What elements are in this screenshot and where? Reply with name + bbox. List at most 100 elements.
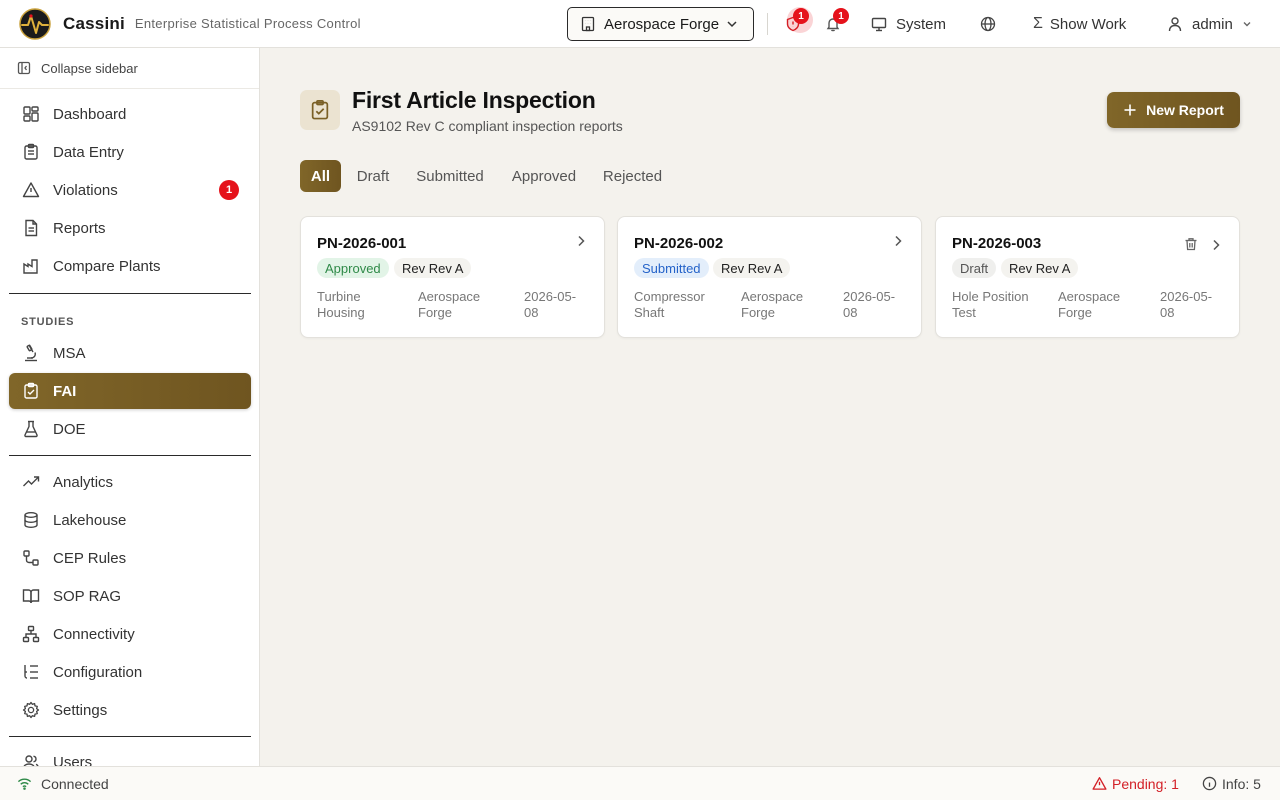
connection-status: Connected <box>17 776 109 792</box>
tab-rejected[interactable]: Rejected <box>596 160 669 192</box>
sidebar-item-doe[interactable]: DOE <box>9 411 251 447</box>
collapse-label: Collapse sidebar <box>41 60 138 76</box>
chevron-right-icon[interactable] <box>1208 237 1224 253</box>
sigma-icon: Σ <box>1033 15 1043 32</box>
sidebar-item-label: Reports <box>53 219 106 237</box>
fai-page-icon <box>300 90 340 130</box>
part-number: PN-2026-003 <box>952 235 1042 252</box>
document-icon <box>25 219 38 237</box>
plant-name: Aerospace Forge <box>604 15 720 33</box>
sidebar-item-label: Configuration <box>53 663 143 681</box>
show-work-label: Show Work <box>1049 15 1127 33</box>
warning-icon <box>22 182 40 198</box>
sidebar-item-configuration[interactable]: Configuration <box>9 654 251 690</box>
pending-indicator[interactable]: Pending: 1 <box>1092 776 1179 792</box>
tab-draft[interactable]: Draft <box>348 160 398 192</box>
microscope-icon <box>25 344 37 362</box>
header-divider <box>767 13 768 35</box>
tab-approved[interactable]: Approved <box>503 160 585 192</box>
sidebar-item-label: Users <box>53 753 93 767</box>
sidebar-divider <box>9 736 251 737</box>
show-work-button[interactable]: Σ Show Work <box>1033 12 1126 36</box>
revision-badge: Rev Rev A <box>394 258 472 278</box>
tab-submitted[interactable]: Submitted <box>408 160 492 192</box>
sidebar-item-label: CEP Rules <box>53 549 127 567</box>
delete-report-button[interactable] <box>1184 237 1200 253</box>
connection-label: Connected <box>41 775 109 792</box>
clipboard-check-icon <box>24 382 38 399</box>
notifications-button[interactable]: 1 <box>821 8 849 36</box>
system-label: System <box>896 15 947 33</box>
chevron-right-icon[interactable] <box>573 233 589 249</box>
sidebar-item-label: Violations <box>53 181 118 199</box>
app-name: Cassini <box>63 13 125 33</box>
sidebar-item-cep-rules[interactable]: CEP Rules <box>9 540 251 576</box>
sidebar-item-violations[interactable]: Violations 1 <box>9 172 251 208</box>
chevron-down-icon <box>725 17 739 31</box>
sidebar-item-settings[interactable]: Settings <box>9 692 251 728</box>
collapse-sidebar-button[interactable]: Collapse sidebar <box>0 48 259 89</box>
sidebar-item-lakehouse[interactable]: Lakehouse <box>9 502 251 538</box>
report-card[interactable]: PN-2026-002 Submitted Rev Rev A Compress… <box>617 216 922 338</box>
status-badge: Submitted <box>634 258 709 278</box>
database-icon <box>24 512 38 529</box>
plant-name: Aerospace Forge <box>1058 289 1121 320</box>
sidebar-item-analytics[interactable]: Analytics <box>9 464 251 500</box>
sidebar: Collapse sidebar Dashboard Data Entry Vi… <box>0 48 260 766</box>
plus-icon <box>1124 104 1136 116</box>
info-label: Info: 5 <box>1222 775 1261 792</box>
new-report-label: New Report <box>1146 102 1224 118</box>
user-icon <box>1168 17 1182 32</box>
dashboard-icon <box>23 106 39 122</box>
page-subtitle: AS9102 Rev C compliant inspection report… <box>352 118 623 134</box>
building-icon <box>581 16 595 32</box>
sidebar-divider <box>9 293 251 294</box>
info-indicator[interactable]: Info: 5 <box>1202 776 1261 792</box>
warning-icon <box>1092 777 1107 790</box>
brand[interactable]: Cassini Enterprise Statistical Process C… <box>0 7 361 40</box>
sidebar-item-dashboard[interactable]: Dashboard <box>9 96 251 132</box>
pending-label: Pending: 1 <box>1112 775 1179 792</box>
report-card[interactable]: PN-2026-003 Draft Rev Rev A Hole Positio… <box>935 216 1240 338</box>
sidebar-item-label: MSA <box>53 344 86 362</box>
notification-count-badge: 1 <box>833 8 849 24</box>
part-name: Hole Position Test <box>952 289 1029 320</box>
sidebar-item-reports[interactable]: Reports <box>9 210 251 246</box>
violations-count-badge: 1 <box>219 180 239 200</box>
sidebar-item-compare-plants[interactable]: Compare Plants <box>9 248 251 284</box>
sidebar-item-data-entry[interactable]: Data Entry <box>9 134 251 170</box>
report-card[interactable]: PN-2026-001 Approved Rev Rev A Turbine H… <box>300 216 605 338</box>
trash-icon <box>1185 238 1197 251</box>
user-name: admin <box>1192 15 1233 33</box>
sidebar-item-label: Data Entry <box>53 143 124 161</box>
sidebar-item-label: DOE <box>53 420 86 438</box>
sidebar-item-connectivity[interactable]: Connectivity <box>9 616 251 652</box>
chevron-down-icon <box>1243 22 1251 27</box>
sidebar-item-users[interactable]: Users <box>9 744 251 766</box>
sidebar-item-sop-rag[interactable]: SOP RAG <box>9 578 251 614</box>
sidebar-item-msa[interactable]: MSA <box>9 335 251 371</box>
status-bar: Connected Pending: 1 Info: 5 <box>0 766 1280 800</box>
tab-all[interactable]: All <box>300 160 341 192</box>
user-menu[interactable]: admin <box>1167 12 1253 36</box>
plant-selector[interactable]: Aerospace Forge <box>567 7 754 41</box>
system-button[interactable]: System <box>871 12 946 36</box>
part-number: PN-2026-001 <box>317 235 407 252</box>
factory-icon <box>23 259 38 274</box>
plant-name: Aerospace Forge <box>741 289 804 320</box>
part-number: PN-2026-002 <box>634 235 724 252</box>
language-button[interactable] <box>976 12 1000 36</box>
wifi-icon <box>17 778 32 790</box>
network-icon <box>22 625 40 643</box>
sidebar-divider <box>9 455 251 456</box>
chevron-right-icon[interactable] <box>890 233 906 249</box>
panel-left-icon <box>17 61 31 75</box>
alerts-button[interactable]: 1 <box>781 7 813 36</box>
sidebar-item-fai[interactable]: FAI <box>9 373 251 409</box>
status-badge: Approved <box>317 258 389 278</box>
trend-icon <box>23 476 40 487</box>
sidebar-item-label: Settings <box>53 701 108 719</box>
sidebar-item-label: SOP RAG <box>53 587 122 605</box>
new-report-button[interactable]: New Report <box>1107 92 1240 128</box>
report-date: 2026-05-08 <box>524 289 577 320</box>
